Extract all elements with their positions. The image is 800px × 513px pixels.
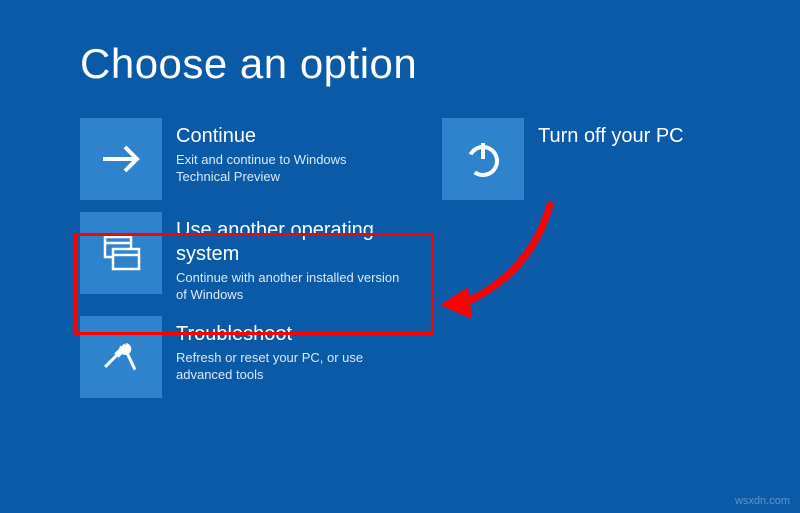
option-troubleshoot-title: Troubleshoot bbox=[176, 322, 402, 346]
tools-icon bbox=[80, 316, 162, 398]
option-troubleshoot-desc: Refresh or reset your PC, or use advance… bbox=[176, 350, 402, 384]
option-use-another-os[interactable]: Use another operating system Continue wi… bbox=[80, 212, 402, 304]
power-icon bbox=[442, 118, 524, 200]
watermark: wsxdn.com bbox=[735, 495, 790, 507]
option-turn-off[interactable]: Turn off your PC bbox=[442, 118, 684, 200]
option-troubleshoot[interactable]: Troubleshoot Refresh or reset your PC, o… bbox=[80, 316, 402, 398]
option-turn-off-title: Turn off your PC bbox=[538, 124, 684, 148]
windows-stack-icon bbox=[80, 212, 162, 294]
option-use-another-os-title: Use another operating system bbox=[176, 218, 402, 266]
option-use-another-os-desc: Continue with another installed version … bbox=[176, 270, 402, 304]
arrow-right-icon bbox=[80, 118, 162, 200]
page-title: Choose an option bbox=[80, 40, 720, 88]
option-continue-desc: Exit and continue to Windows Technical P… bbox=[176, 152, 402, 186]
option-continue-title: Continue bbox=[176, 124, 402, 148]
option-continue[interactable]: Continue Exit and continue to Windows Te… bbox=[80, 118, 402, 200]
